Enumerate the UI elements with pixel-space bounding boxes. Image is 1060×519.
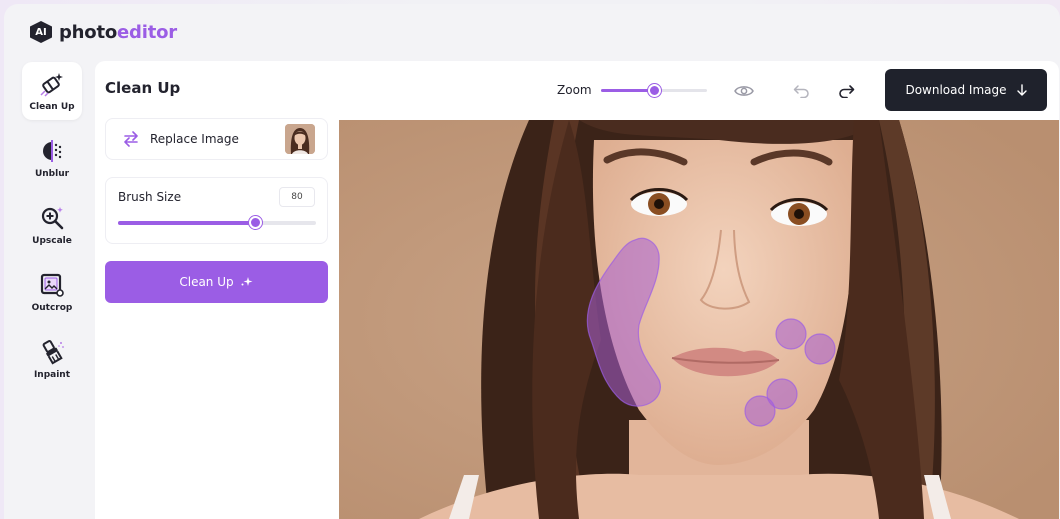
arrow-down-icon (1016, 84, 1027, 96)
rail-label-unblur: Unblur (34, 168, 70, 179)
eye-icon (734, 86, 754, 96)
brush-size-fill (118, 221, 255, 225)
paint-brush-icon (42, 339, 64, 365)
image-thumbnail (285, 124, 315, 154)
rail-item-inpaint[interactable]: Inpaint (22, 330, 82, 388)
rail-item-clean-up[interactable]: Clean Up (22, 62, 82, 120)
rail-label-clean-up: Clean Up (29, 101, 75, 112)
image-canvas[interactable] (339, 120, 1059, 519)
portrait-photo (339, 120, 1059, 519)
brush-size-label: Brush Size (118, 190, 182, 204)
undo-button[interactable] (791, 80, 813, 102)
clean-up-label: Clean Up (179, 275, 234, 289)
zoom-slider-thumb[interactable] (648, 84, 661, 97)
redo-icon (839, 85, 855, 98)
brush-size-card: Brush Size 80 (105, 177, 328, 244)
brush-size-slider[interactable] (118, 216, 316, 229)
redo-button[interactable] (835, 80, 857, 102)
zoom-label: Zoom (557, 83, 592, 97)
rail-item-unblur[interactable]: Unblur (22, 129, 82, 187)
brand-name-part2: editor (117, 21, 177, 43)
replace-image-label: Replace Image (150, 132, 239, 146)
eraser-sparkle-icon (40, 72, 63, 97)
rail-item-upscale[interactable]: Upscale (22, 196, 82, 254)
zoom-slider[interactable] (601, 84, 707, 97)
rail-label-outcrop: Outcrop (31, 302, 73, 313)
brush-size-value[interactable]: 80 (279, 187, 315, 207)
download-image-label: Download Image (905, 83, 1007, 97)
rail-label-upscale: Upscale (32, 235, 72, 246)
brand-logo[interactable]: AI photoeditor (30, 20, 177, 44)
brand-badge: AI (30, 21, 52, 43)
clean-up-button[interactable]: Clean Up (105, 261, 328, 303)
outcrop-image-icon (40, 273, 64, 297)
swap-icon (124, 131, 138, 147)
tool-rail: Clean Up Unblur Upscale Outcrop Inpaint (22, 62, 82, 397)
unblur-icon (43, 139, 62, 162)
rail-label-inpaint: Inpaint (33, 369, 71, 380)
brush-size-thumb[interactable] (248, 216, 262, 229)
replace-image-button[interactable]: Replace Image (105, 118, 328, 160)
rail-item-outcrop[interactable]: Outcrop (22, 263, 82, 321)
download-image-button[interactable]: Download Image (885, 69, 1047, 111)
magnify-plus-icon (41, 206, 64, 229)
brand-name-part1: photo (59, 21, 118, 43)
main-panel: Clean Up Zoom Download Image Replace Ima… (95, 61, 1059, 519)
preview-toggle-button[interactable] (733, 80, 755, 102)
sparkle-icon (241, 277, 253, 286)
zoom-slider-fill (601, 89, 654, 92)
undo-icon (793, 85, 809, 98)
brand-name: photoeditor (59, 22, 177, 43)
page-title: Clean Up (105, 79, 181, 97)
